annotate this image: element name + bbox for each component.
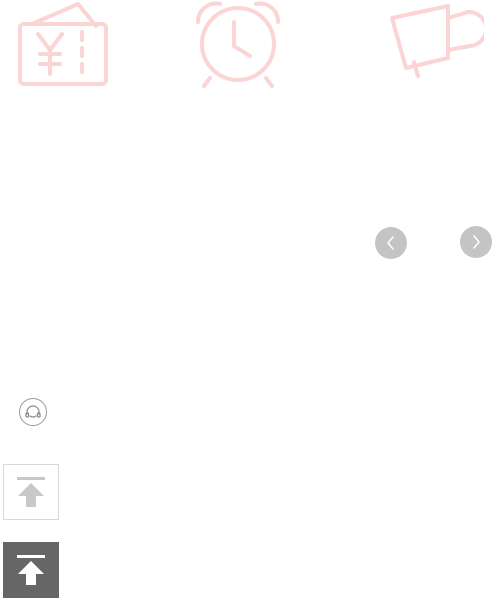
back-to-top-icon — [15, 553, 47, 587]
alarm-clock-icon — [192, 0, 284, 90]
back-to-top-icon — [15, 475, 47, 509]
customer-service-icon — [25, 405, 41, 419]
back-to-top-button-hover[interactable] — [3, 542, 59, 598]
wallet-yuan-icon — [16, 0, 110, 90]
chevron-left-icon — [384, 235, 398, 251]
back-to-top-button[interactable] — [3, 464, 59, 520]
megaphone-icon — [384, 0, 484, 80]
customer-service-button[interactable] — [19, 398, 47, 426]
carousel-prev-button[interactable] — [375, 227, 407, 259]
chevron-right-icon — [469, 234, 483, 250]
carousel-next-button[interactable] — [460, 226, 492, 258]
